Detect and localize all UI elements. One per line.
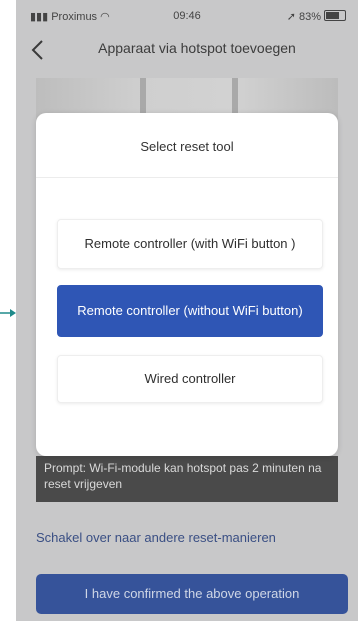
pointer-arrow-icon	[0, 309, 16, 317]
switch-reset-method-link[interactable]: Schakel over naar andere reset-manieren	[36, 530, 356, 545]
prompt-text: Prompt: Wi-Fi-module kan hotspot pas 2 m…	[36, 456, 338, 502]
dialog-title: Select reset tool	[140, 139, 234, 154]
option-wired-controller[interactable]: Wired controller	[57, 355, 323, 403]
location-icon: ➚	[286, 11, 299, 23]
page-title: Apparaat via hotspot toevoegen	[98, 40, 296, 56]
option-label: Remote controller (without WiFi button)	[77, 303, 303, 318]
chevron-left-icon[interactable]	[26, 38, 50, 62]
battery-icon	[324, 10, 346, 21]
option-label: Wired controller	[144, 371, 236, 386]
status-bar: ▮▮▮ Proximus ◠ 09:46 ➚ 83%	[16, 0, 358, 30]
option-remote-with-wifi[interactable]: Remote controller (with WiFi button )	[57, 219, 323, 269]
option-label: Remote controller (with WiFi button )	[84, 236, 296, 251]
divider	[36, 177, 338, 178]
battery-status: ➚ 83%	[287, 10, 346, 23]
phone-screen: ▮▮▮ Proximus ◠ 09:46 ➚ 83% Apparaat via …	[16, 0, 358, 621]
confirm-button[interactable]: I have confirmed the above operation	[36, 574, 348, 614]
option-remote-without-wifi[interactable]: Remote controller (without WiFi button)	[57, 285, 323, 337]
nav-bar: Apparaat via hotspot toevoegen	[16, 30, 358, 68]
reset-tool-dialog: Select reset tool Remote controller (wit…	[36, 113, 338, 456]
